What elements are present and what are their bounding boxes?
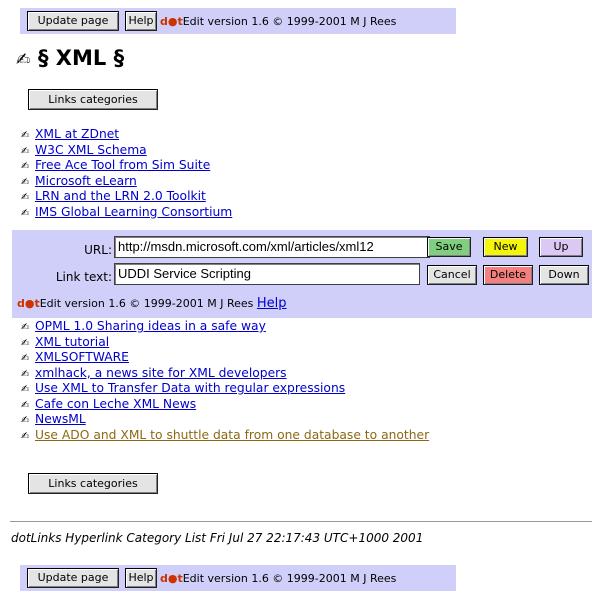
update-page-button[interactable]: Update page [27,11,119,31]
url-label: URL: [84,243,112,257]
writing-hand-icon: ✍ [21,322,30,333]
save-button[interactable]: Save [427,237,471,257]
writing-hand-icon: ✍ [21,130,30,141]
help-link[interactable]: Help [257,296,287,311]
list-item: ✍ Use ADO and XML to shuttle data from on… [21,428,429,444]
writing-hand-icon: ✍ [21,368,30,380]
links-categories-button-bottom[interactable]: Links categories [28,473,158,494]
link-editor-panel: URL: http://msdn.microsoft.com/xml/artic… [12,230,592,318]
help-button-bottom[interactable]: Help [125,568,157,588]
link-opml[interactable]: OPML 1.0 Sharing ideas in a safe way [35,319,266,333]
page-heading: ✍ § XML § [16,46,124,70]
divider [10,521,592,522]
version-text: Edit version 1.6 © 1999-2001 M J Rees [39,297,254,310]
footer-timestamp: dotLinks Hyperlink Category List Fri Jul… [11,531,424,545]
list-item: ✍ NewsML [21,412,429,428]
writing-hand-icon: ✍ [21,353,30,364]
list-item: ✍ xmlhack, a news site for XML developers [21,366,429,382]
link-ado-xml[interactable]: Use ADO and XML to shuttle data from one… [35,428,429,442]
list-item: ✍ XMLSOFTWARE [21,350,429,366]
writing-hand-icon: ✍ [21,207,30,219]
list-item: ✍ Microsoft eLearn [21,174,232,190]
version-info: d●tEdit version 1.6 © 1999-2001 M J Rees [160,15,396,28]
list-item: ✍ Free Ace Tool from Sim Suite [21,158,232,174]
link-microsoft-elearn[interactable]: Microsoft eLearn [35,174,137,188]
list-item: ✍ IMS Global Learning Consortium [21,205,232,221]
dotedit-logo: d●t [160,14,183,28]
link-text-label: Link text: [55,270,112,284]
writing-hand-icon: ✍ [21,161,30,172]
help-button[interactable]: Help [125,11,157,31]
writing-hand-icon: ✍ [16,50,31,70]
writing-hand-icon: ✍ [21,415,30,426]
dotedit-logo: d●t [160,571,183,585]
link-xml-transfer-data[interactable]: Use XML to Transfer Data with regular ex… [35,381,345,395]
link-xml-at-zdnet[interactable]: XML at ZDnet [35,127,119,141]
link-xml-tutorial[interactable]: XML tutorial [35,335,109,349]
link-list-top: ✍ XML at ZDnet ✍ W3C XML Schema ✍ Free Ace … [21,127,232,220]
link-xmlsoftware[interactable]: XMLSOFTWARE [35,350,129,364]
links-categories-button[interactable]: Links categories [28,89,158,110]
version-info: d●tEdit version 1.6 © 1999-2001 M J Rees [160,572,396,585]
writing-hand-icon: ✍ [21,337,30,349]
version-text: Edit version 1.6 © 1999-2001 M J Rees [182,14,397,28]
link-text-input[interactable]: UDDI Service Scripting [114,263,420,285]
page-title: § XML § [38,46,125,70]
link-ims-global[interactable]: IMS Global Learning Consortium [35,205,232,219]
writing-hand-icon: ✍ [21,176,30,188]
update-page-button-bottom[interactable]: Update page [27,568,119,588]
down-button[interactable]: Down [539,265,589,285]
writing-hand-icon: ✍ [21,384,30,395]
link-lrn-toolkit[interactable]: LRN and the LRN 2.0 Toolkit [35,189,206,203]
list-item: ✍ W3C XML Schema [21,143,232,159]
new-button[interactable]: New [483,237,528,257]
list-item: ✍ XML at ZDnet [21,127,232,143]
link-list-bottom: ✍ OPML 1.0 Sharing ideas in a safe way ✍ X… [21,319,429,443]
bottom-toolbar: Update page Help d●tEdit version 1.6 © 1… [20,565,456,591]
list-item: ✍ Cafe con Leche XML News [21,397,429,413]
list-item: ✍ XML tutorial [21,335,429,351]
writing-hand-icon: ✍ [21,192,30,203]
top-toolbar: Update page Help d●tEdit version 1.6 © 1… [20,8,456,34]
link-free-ace-tool[interactable]: Free Ace Tool from Sim Suite [35,158,210,172]
version-text: Edit version 1.6 © 1999-2001 M J Rees [182,571,397,585]
link-newsml[interactable]: NewsML [35,412,86,426]
writing-hand-icon: ✍ [21,399,30,411]
url-input[interactable]: http://msdn.microsoft.com/xml/articles/x… [114,236,430,258]
editor-version-line: d●tEdit version 1.6 © 1999-2001 M J Rees… [17,296,287,311]
writing-hand-icon: ✍ [21,145,30,157]
list-item: ✍ OPML 1.0 Sharing ideas in a safe way [21,319,429,335]
link-xmlhack[interactable]: xmlhack, a news site for XML developers [35,366,287,380]
link-cafe-con-leche[interactable]: Cafe con Leche XML News [35,397,196,411]
list-item: ✍ Use XML to Transfer Data with regular e… [21,381,429,397]
list-item: ✍ LRN and the LRN 2.0 Toolkit [21,189,232,205]
up-button[interactable]: Up [539,237,583,257]
writing-hand-icon: ✍ [21,430,30,442]
dotedit-logo: d●t [17,297,40,310]
link-w3c-xml-schema[interactable]: W3C XML Schema [35,143,147,157]
delete-button[interactable]: Delete [483,265,533,285]
cancel-button[interactable]: Cancel [427,265,477,285]
